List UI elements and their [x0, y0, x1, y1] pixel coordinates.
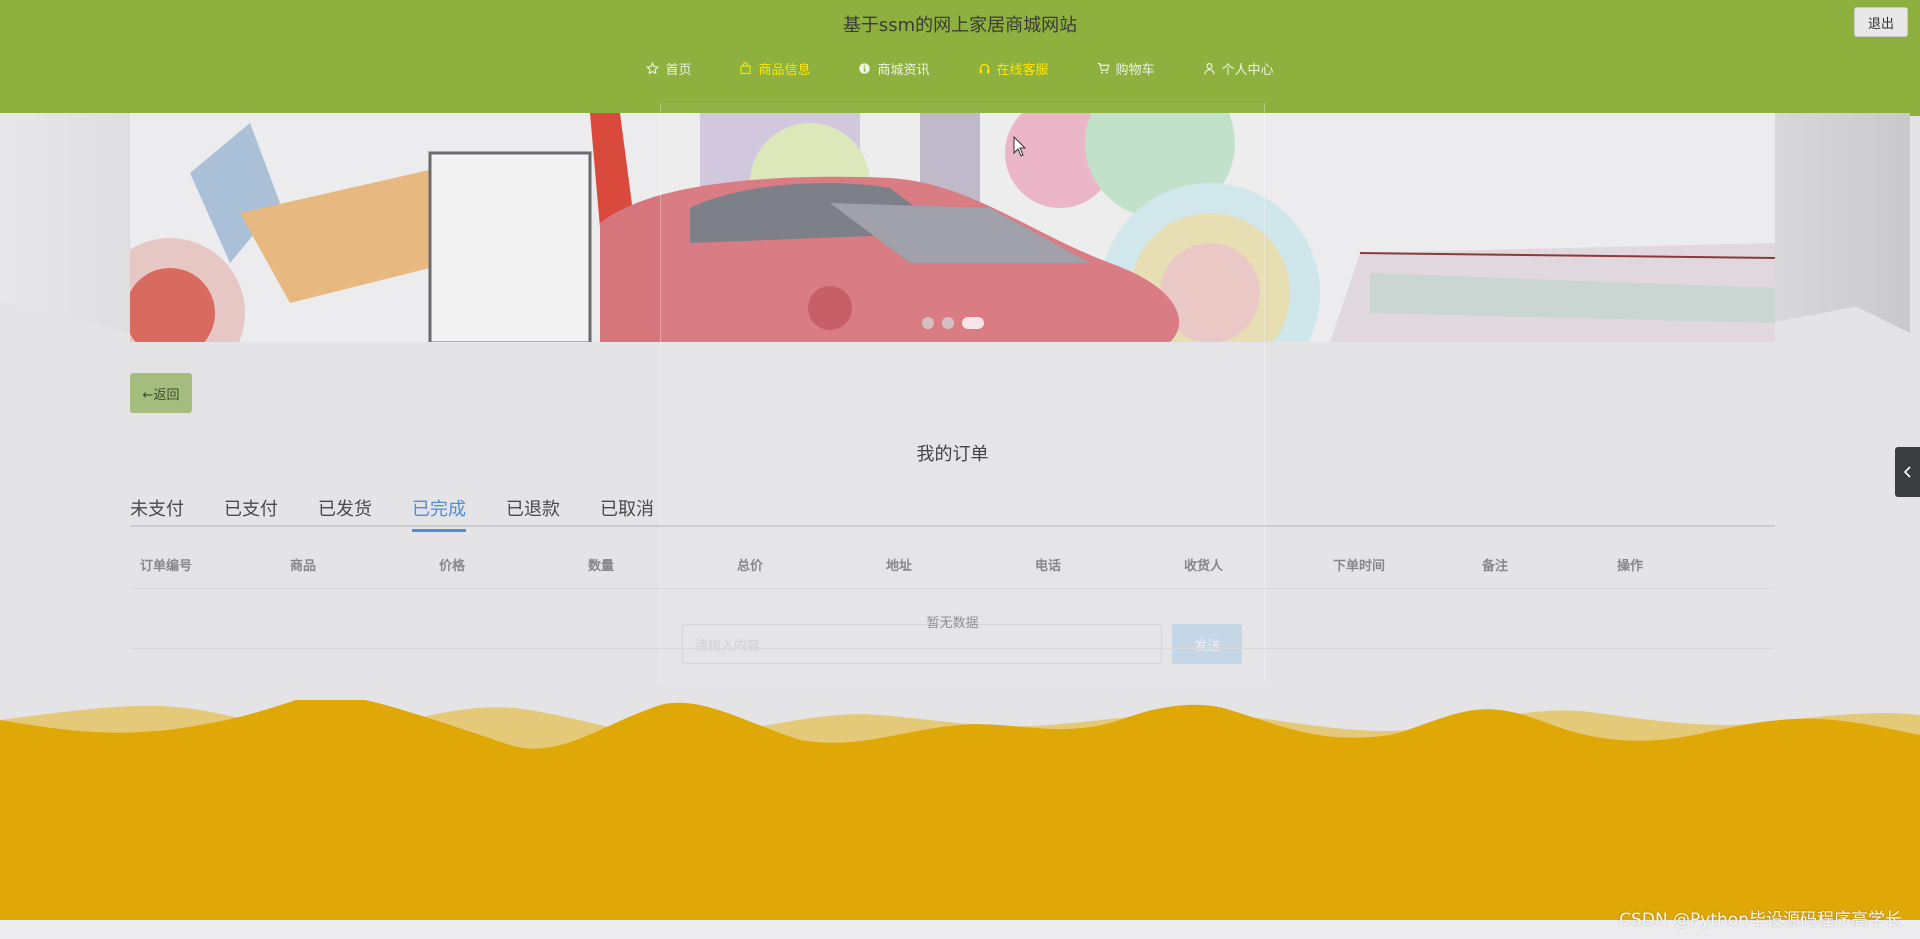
table-empty-text: 暂无数据: [926, 616, 979, 631]
nav-item-profile[interactable]: 个人中心: [1179, 58, 1298, 78]
column-header: 数量: [588, 559, 615, 574]
column-header: 价格: [439, 559, 466, 574]
column-header: 电话: [1035, 559, 1062, 574]
mouse-cursor-icon: [1013, 136, 1027, 157]
column-header: 操作: [1617, 559, 1644, 574]
nav-label-profile: 个人中心: [1221, 62, 1274, 78]
column-header: 订单编号: [140, 559, 193, 574]
column-header: 下单时间: [1333, 559, 1386, 574]
info-icon: [859, 62, 871, 74]
column-header: 备注: [1482, 559, 1509, 574]
footer-waves: [0, 700, 1920, 922]
nav-label-products: 商品信息: [758, 62, 811, 78]
page-title: 我的订单: [916, 444, 989, 465]
tab-cancelled[interactable]: 已取消: [600, 495, 654, 527]
nav-item-cart[interactable]: 购物车: [1073, 58, 1179, 78]
orders-table-header: 订单编号 商品 价格 数量 总价 地址 电话 收货人 下单时间 备注 操作: [130, 555, 1775, 587]
nav-label-home: 首页: [665, 62, 692, 78]
banner-edge-right: [1775, 113, 1910, 333]
table-bottom-divider: [130, 648, 1775, 649]
nav-item-home[interactable]: 首页: [622, 58, 715, 78]
star-icon: [646, 61, 660, 74]
main-nav: 首页 商品信息 商城资讯 在线客服 购物车 个人中心: [0, 58, 1920, 78]
cart-icon: [1097, 62, 1109, 74]
tab-paid[interactable]: 已支付: [224, 495, 278, 527]
table-header-divider: [130, 588, 1775, 589]
chat-modal-ghost: [660, 103, 1265, 683]
nav-item-support[interactable]: 在线客服: [954, 58, 1073, 78]
order-status-tabs: 未支付 已支付 已发货 已完成 已退款 已取消: [130, 495, 694, 532]
banner-edge-left: [0, 113, 130, 333]
tab-unpaid[interactable]: 未支付: [130, 495, 184, 527]
logout-button[interactable]: 退出: [1854, 7, 1908, 37]
nav-label-support: 在线客服: [996, 62, 1049, 78]
side-panel-toggle[interactable]: [1895, 447, 1920, 497]
column-header: 商品: [290, 559, 317, 574]
column-header: 总价: [737, 559, 764, 574]
back-button[interactable]: ←返回: [130, 373, 192, 413]
chevron-left-icon: [1903, 466, 1911, 478]
nav-item-products[interactable]: 商品信息: [715, 58, 834, 78]
tab-shipped[interactable]: 已发货: [318, 495, 372, 527]
column-header: 地址: [886, 559, 913, 574]
tab-refunded[interactable]: 已退款: [506, 495, 560, 527]
tab-completed[interactable]: 已完成: [412, 495, 466, 532]
nav-label-cart: 购物车: [1115, 62, 1155, 78]
user-icon: [1203, 62, 1215, 74]
top-header: 基于ssm的网上家居商城网站 退出 首页 商品信息 商城资讯 在线客服 购物车 …: [0, 0, 1920, 116]
nav-item-news[interactable]: 商城资讯: [834, 58, 953, 78]
tabs-divider: [130, 525, 1775, 527]
bag-icon: [740, 61, 752, 74]
column-header: 收货人: [1184, 559, 1224, 574]
watermark-text: CSDN @Python毕设源码程序高学长: [1619, 910, 1902, 930]
nav-label-news: 商城资讯: [877, 62, 930, 78]
headset-icon: [979, 63, 989, 73]
site-title: 基于ssm的网上家居商城网站: [842, 15, 1078, 36]
